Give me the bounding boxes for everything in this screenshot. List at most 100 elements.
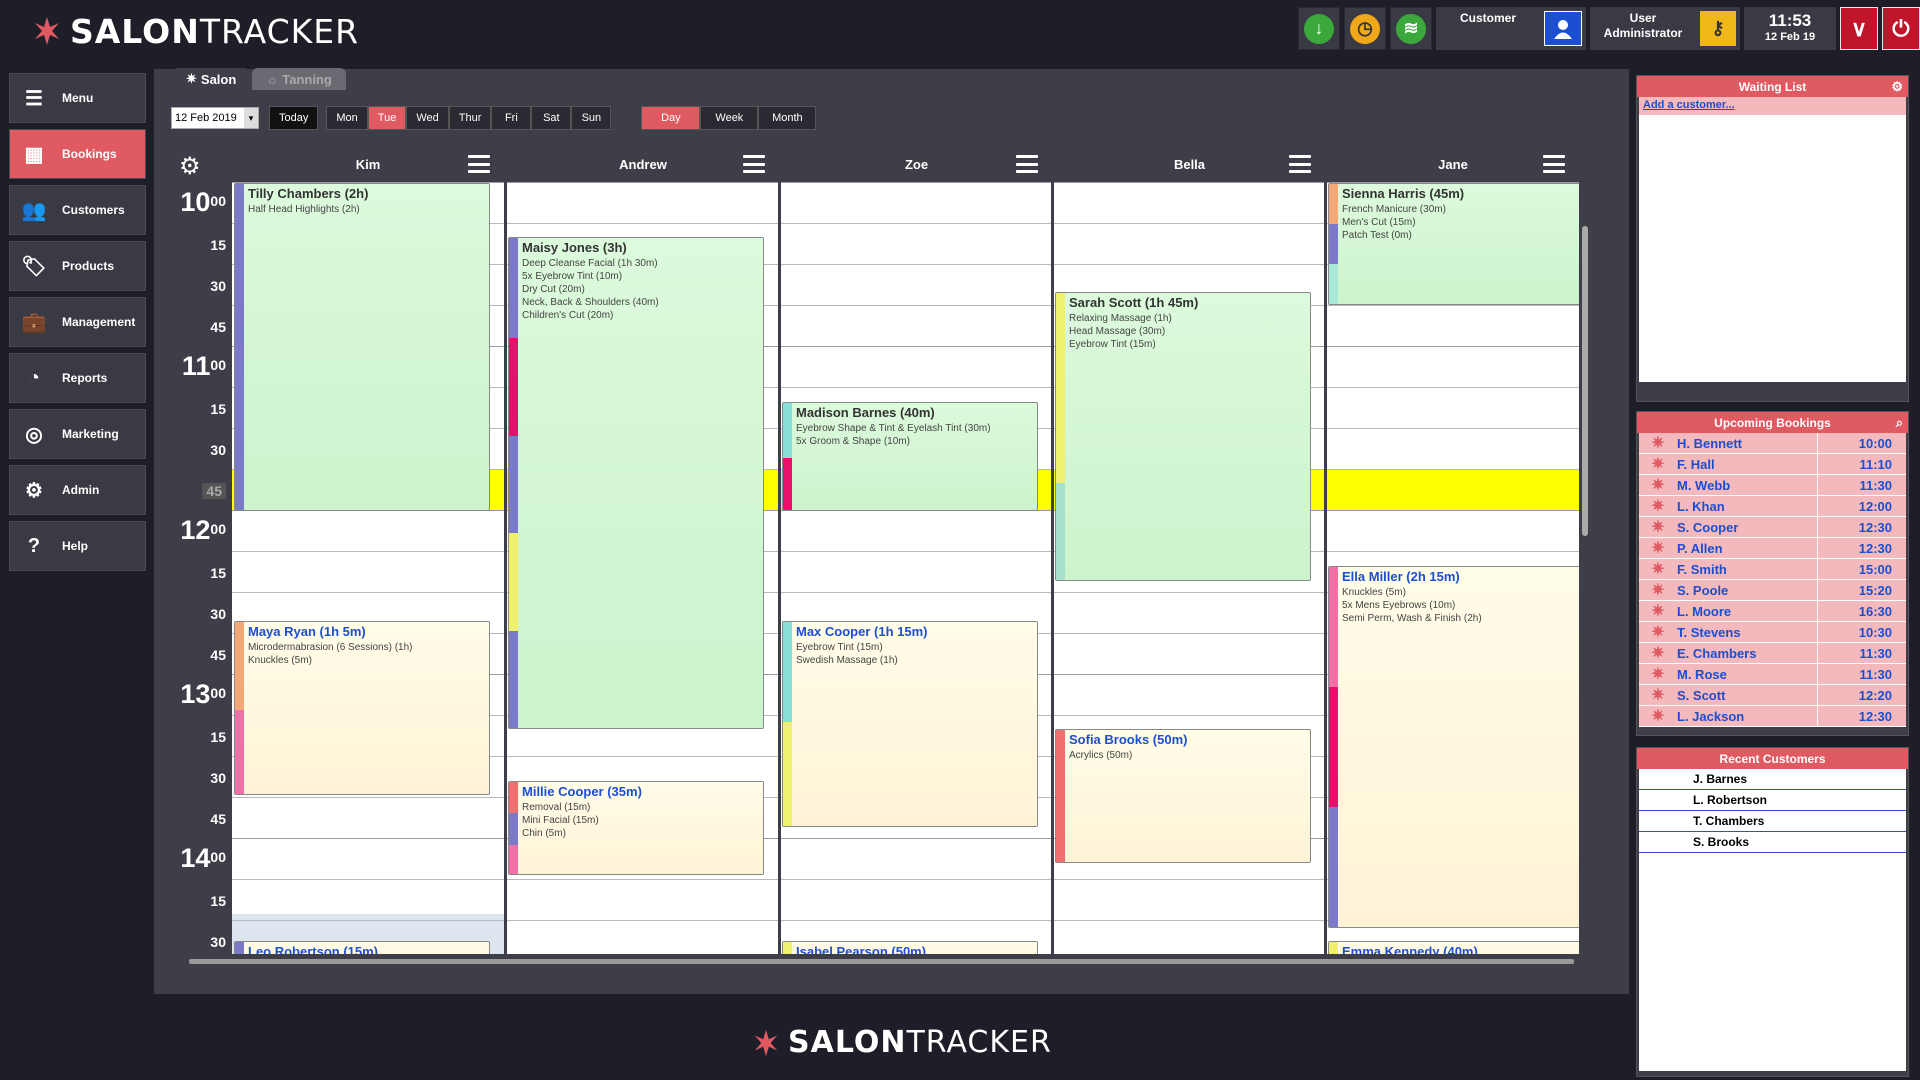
appointment-service: Eyebrow Shape & Tint & Eyelash Tint (30m… [796,423,991,434]
sidebar-item-help[interactable]: ? Help [9,521,146,571]
sidebar: ☰ Menu ▦ Bookings 👥 Customers 🏷 Products 💼 Ma… [9,73,146,577]
appointment-card[interactable]: Leo Robertson (15m) [234,941,490,954]
booking-customer: M. Webb [1677,477,1731,493]
view-week-button[interactable]: Week [700,106,759,130]
day-thur-button[interactable]: Thur [448,106,492,130]
wifi-button[interactable]: ≋ [1390,7,1432,50]
download-button[interactable]: ↓ [1298,7,1340,50]
recent-customer-row[interactable]: T. Chambers [1639,811,1906,832]
star-icon: ✷ [1651,435,1665,452]
appointment-card[interactable]: Sarah Scott (1h 45m) Relaxing Massage (1… [1055,292,1311,581]
day-mon-button[interactable]: Mon [326,106,368,130]
booking-customer: L. Jackson [1677,708,1745,724]
search-icon[interactable]: ⌕ [1896,415,1903,431]
appointment-card[interactable]: Maya Ryan (1h 5m) Microdermabrasion (6 Se… [234,621,490,795]
day-sun-button[interactable]: Sun [571,106,612,130]
sidebar-item-menu[interactable]: ☰ Menu [9,73,146,123]
hamburger-icon[interactable] [468,155,490,173]
view-month-button[interactable]: Month [758,106,817,130]
hamburger-icon[interactable] [1289,155,1311,173]
appointment-service: Knuckles (5m) [1342,587,1406,598]
minute-label: 30 [210,606,226,622]
booking-customer: T. Stevens [1677,624,1741,640]
upcoming-booking-row[interactable]: ✷ P. Allen 12:30 [1639,538,1906,559]
sidebar-item-label: Admin [62,483,100,497]
upcoming-booking-row[interactable]: ✷ E. Chambers 11:30 [1639,643,1906,664]
gear-icon[interactable]: ⚙ [179,152,201,181]
upcoming-booking-row[interactable]: ✷ S. Cooper 12:30 [1639,517,1906,538]
appointment-card[interactable]: Millie Cooper (35m) Removal (15m) Mini F… [508,781,764,875]
minimize-button[interactable]: ∨ [1840,7,1878,50]
hour-label: 1200 [180,515,226,545]
footer-logo: SALONTRACKER [752,1025,1052,1060]
day-sat-button[interactable]: Sat [531,106,572,130]
appointment-card[interactable]: Max Cooper (1h 15m) Eyebrow Tint (15m) S… [782,621,1038,827]
recent-customer-row[interactable]: J. Barnes [1639,769,1906,790]
booking-customer: S. Scott [1677,687,1726,703]
power-button[interactable]: ⏻ [1882,7,1920,50]
tab-salon[interactable]: ✷ Salon [172,68,251,90]
upcoming-booking-row[interactable]: ✷ T. Stevens 10:30 [1639,622,1906,643]
appointment-service: Head Massage (30m) [1069,326,1166,337]
upcoming-booking-row[interactable]: ✷ L. Khan 12:00 [1639,496,1906,517]
sidebar-item-products[interactable]: 🏷 Products [9,241,146,291]
hamburger-icon[interactable] [1016,155,1038,173]
sidebar-item-marketing[interactable]: ◎ Marketing [9,409,146,459]
customer-panel[interactable]: Customer [1436,7,1586,50]
day-tue-button[interactable]: Tue [367,106,407,130]
hamburger-icon[interactable] [743,155,765,173]
appointment-card[interactable]: Sienna Harris (45m) French Manicure (30m… [1328,183,1584,305]
appointment-card[interactable]: Tilly Chambers (2h) Half Head Highlights … [234,183,490,511]
date-picker[interactable]: 12 Feb 2019 ▾ [171,107,259,129]
day-wed-button[interactable]: Wed [406,106,449,130]
sidebar-item-admin[interactable]: ⚙ Admin [9,465,146,515]
appointment-card[interactable]: Maisy Jones (3h) Deep Cleanse Facial (1h… [508,237,764,729]
sidebar-item-customers[interactable]: 👥 Customers [9,185,146,235]
booking-time: 12:00 [1817,496,1906,516]
minute-label: 30 [210,278,226,294]
sidebar-item-management[interactable]: 💼 Management [9,297,146,347]
upcoming-booking-row[interactable]: ✷ S. Poole 15:20 [1639,580,1906,601]
upcoming-booking-row[interactable]: ✷ F. Smith 15:00 [1639,559,1906,580]
upcoming-booking-row[interactable]: ✷ L. Jackson 12:30 [1639,706,1906,727]
tab-tanning[interactable]: ☼ Tanning [252,68,346,90]
appointment-card[interactable]: Ella Miller (2h 15m) Knuckles (5m) 5x Me… [1328,566,1584,928]
minute-label: 45 [202,483,226,499]
timer-button[interactable]: ◷ [1344,7,1386,50]
today-button[interactable]: Today [269,106,319,130]
day-fri-button[interactable]: Fri [491,106,532,130]
appointment-card[interactable]: Isabel Pearson (50m) [782,941,1038,954]
calendar-grid[interactable]: ⚙ 1000 15 30 45 1100 15 30 45 1200 15 30… [171,146,1592,954]
appointment-card[interactable]: Emma Kennedy (40m) [1328,941,1584,954]
sidebar-item-reports[interactable]: ◔ Reports [9,353,146,403]
appointment-card[interactable]: Madison Barnes (40m) Eyebrow Shape & Tin… [782,402,1038,511]
booking-customer: L. Khan [1677,498,1725,514]
recent-customer-row[interactable]: S. Brooks [1639,832,1906,853]
minute-label: 30 [210,934,226,950]
appointment-service: Eyebrow Tint (15m) [1069,339,1156,350]
appointment-name: Sienna Harris (45m) [1342,186,1465,201]
appointment-service: Removal (15m) [522,802,591,813]
upcoming-booking-row[interactable]: ✷ L. Moore 16:30 [1639,601,1906,622]
upcoming-booking-row[interactable]: ✷ M. Rose 11:30 [1639,664,1906,685]
view-day-button[interactable]: Day [641,106,701,130]
hamburger-icon[interactable] [1543,155,1565,173]
gear-icon[interactable]: ⚙ [1891,79,1903,95]
appointment-name: Isabel Pearson (50m) [796,944,927,954]
user-name: Administrator [1603,26,1683,40]
appointment-card[interactable]: Sofia Brooks (50m) Acrylics (50m) [1055,729,1311,863]
user-panel[interactable]: User Administrator ⚷ [1590,7,1740,50]
download-icon: ↓ [1304,13,1334,44]
upcoming-booking-row[interactable]: ✷ F. Hall 11:10 [1639,454,1906,475]
add-customer-link[interactable]: Add a customer... [1639,97,1906,115]
hour-label: 1000 [180,187,226,217]
recent-customer-row[interactable]: L. Robertson [1639,790,1906,811]
vertical-scrollbar[interactable] [1579,146,1592,954]
upcoming-booking-row[interactable]: ✷ M. Webb 11:30 [1639,475,1906,496]
sidebar-item-bookings[interactable]: ▦ Bookings [9,129,146,179]
upcoming-booking-row[interactable]: ✷ S. Scott 12:20 [1639,685,1906,706]
horizontal-scrollbar[interactable] [171,954,1592,968]
appointment-name: Tilly Chambers (2h) [248,186,369,201]
chevron-down-icon[interactable]: ▾ [244,108,258,128]
upcoming-booking-row[interactable]: ✷ H. Bennett 10:00 [1639,433,1906,454]
